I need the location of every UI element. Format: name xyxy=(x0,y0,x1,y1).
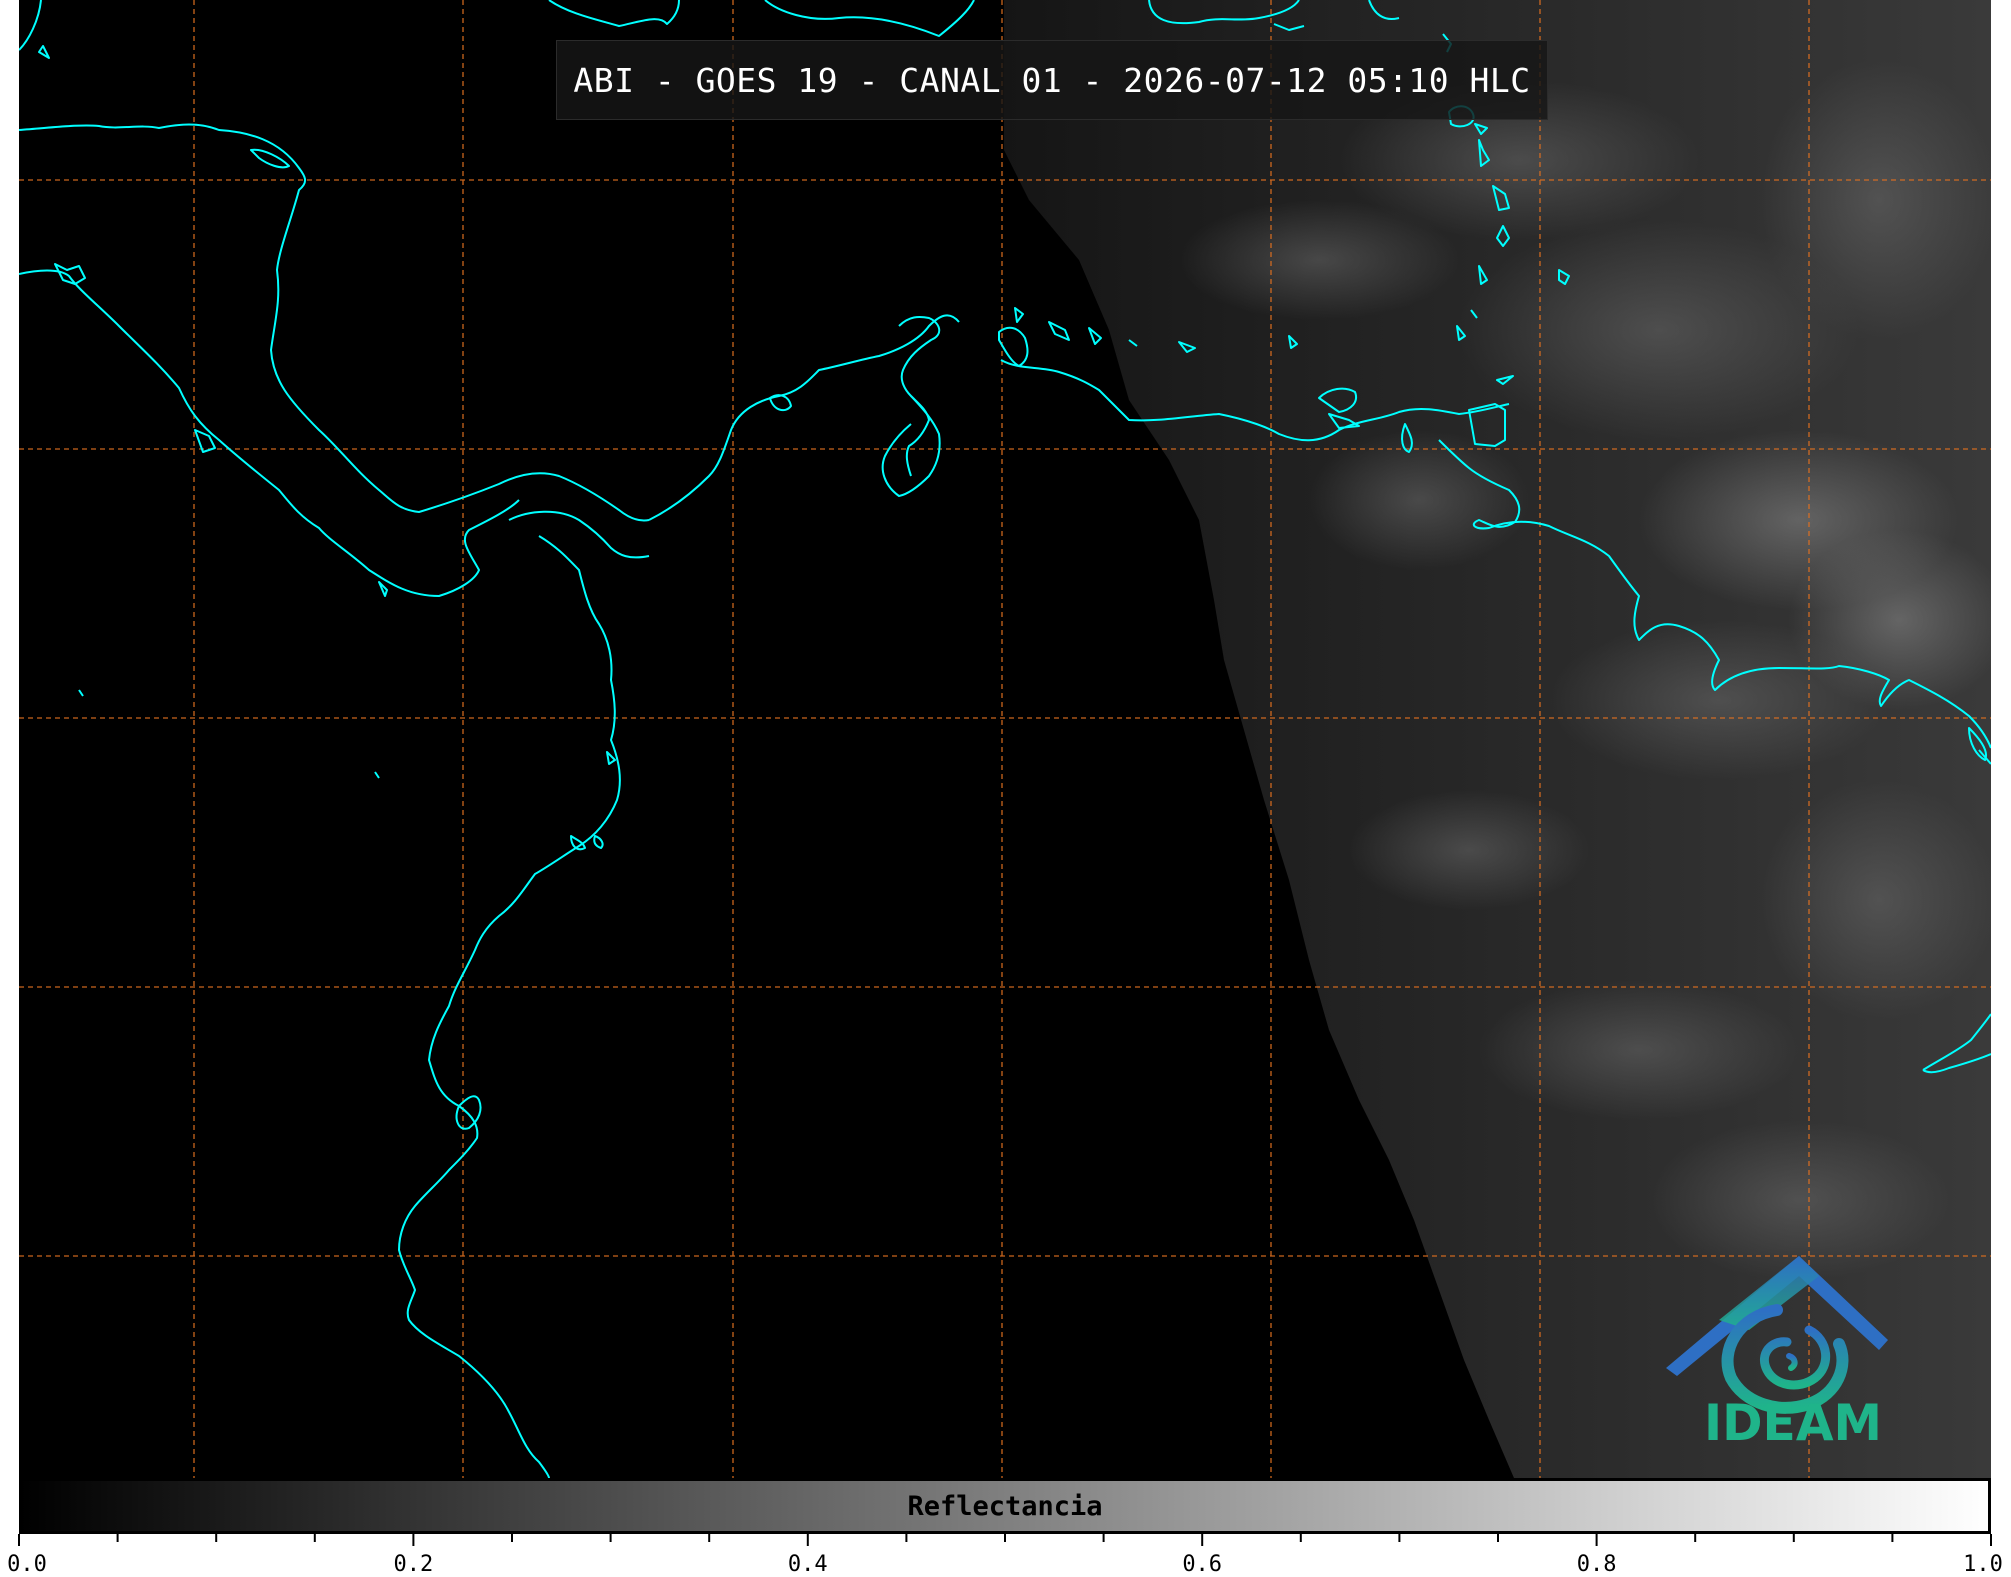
logo-text: IDEAM xyxy=(1704,1394,1882,1452)
colorbar-ticks xyxy=(18,1534,1992,1546)
colorbar-label: Reflectancia xyxy=(907,1490,1103,1522)
map-canvas: IDEAM xyxy=(19,0,1991,1478)
satellite-map: IDEAM ABI - GOES 19 - CANAL 01 - 2026-07… xyxy=(19,0,1991,1478)
colorbar-tick-label: 1.0 xyxy=(1963,1552,2003,1577)
image-title: ABI - GOES 19 - CANAL 01 - 2026-07-12 05… xyxy=(556,40,1548,120)
colorbar-tick-label: 0.6 xyxy=(1182,1552,1223,1577)
colorbar-tick-label: 0.2 xyxy=(393,1552,434,1577)
colorbar-tick-label: 0.8 xyxy=(1576,1552,1617,1577)
colorbar-tick-label: 0.0 xyxy=(7,1552,47,1577)
satellite-image-figure: IDEAM ABI - GOES 19 - CANAL 01 - 2026-07… xyxy=(0,0,2011,1577)
colorbar-tick-label: 0.4 xyxy=(787,1552,828,1577)
colorbar: Reflectancia xyxy=(19,1478,1991,1534)
